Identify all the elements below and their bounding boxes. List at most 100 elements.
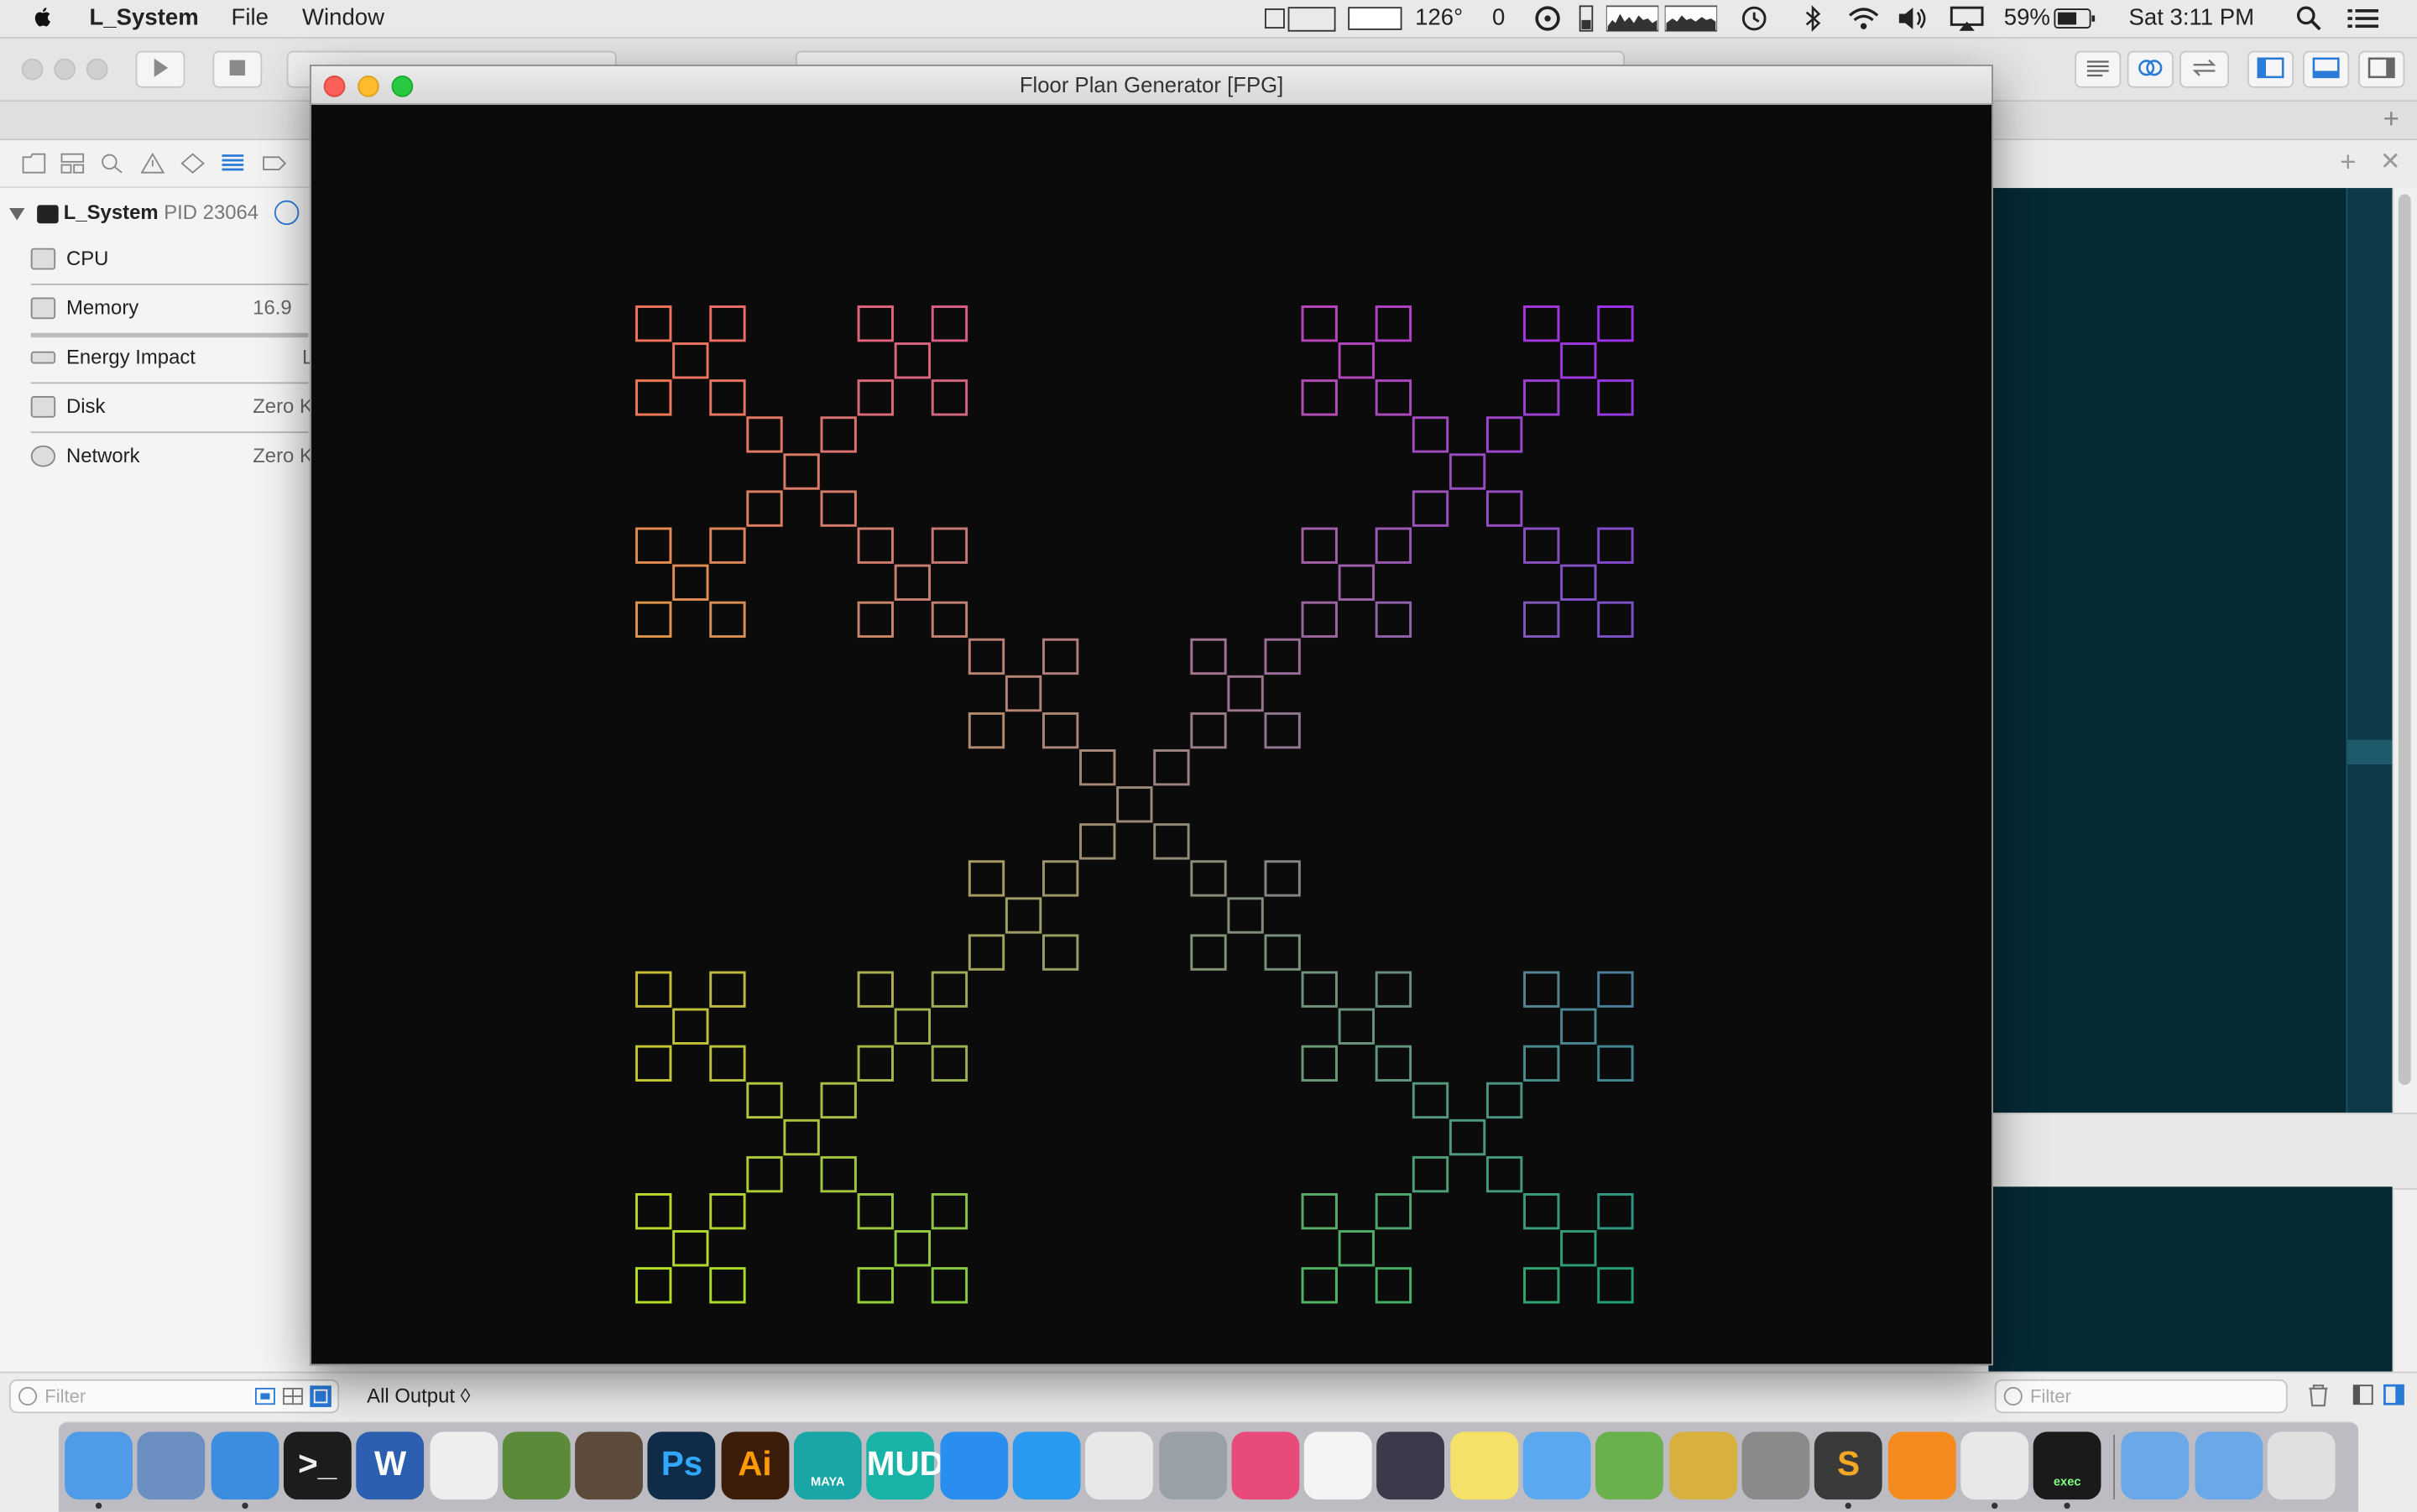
notes-icon[interactable] xyxy=(1449,1431,1518,1500)
system-monitor-icon[interactable] xyxy=(1158,1431,1227,1500)
display-status-icon[interactable] xyxy=(1264,5,1338,39)
standard-editor-button[interactable] xyxy=(2075,50,2122,88)
gauge-cpu[interactable]: CPU xyxy=(28,243,321,289)
counter-readout[interactable]: 0 xyxy=(1492,5,1505,31)
add-tab-icon[interactable]: + xyxy=(2383,103,2399,136)
apple-menu-icon[interactable] xyxy=(31,5,55,29)
fractal-square xyxy=(1597,305,1634,342)
menu-clock[interactable]: Sat 3:11 PM xyxy=(2129,5,2255,31)
system-preferences-icon[interactable] xyxy=(1741,1431,1810,1500)
illustrator-icon[interactable]: Ai xyxy=(721,1431,789,1500)
network-graph-icon[interactable] xyxy=(1663,5,1719,39)
notification-center-icon[interactable] xyxy=(2347,5,2379,39)
filter-options-icon[interactable] xyxy=(254,1387,276,1405)
project-navigator-icon[interactable] xyxy=(22,153,46,175)
mudbox-icon[interactable]: MUD xyxy=(866,1431,944,1500)
fpg-title-bar[interactable]: Floor Plan Generator [FPG] xyxy=(311,65,1992,105)
chrome-icon[interactable] xyxy=(1085,1431,1154,1500)
filter-grid-icon[interactable] xyxy=(282,1387,304,1405)
symbol-navigator-icon[interactable] xyxy=(60,153,85,175)
fan-icon[interactable] xyxy=(1532,5,1563,39)
word-icon[interactable]: W xyxy=(356,1431,425,1500)
issue-navigator-icon[interactable] xyxy=(140,152,165,175)
volume-icon[interactable] xyxy=(1896,5,1929,39)
messages-icon[interactable] xyxy=(1522,1431,1591,1500)
breakpoint-navigator-icon[interactable] xyxy=(262,153,287,175)
gauge-network[interactable]: Network Zero K xyxy=(28,441,321,487)
xcode-close-button[interactable] xyxy=(21,58,44,81)
quill-icon[interactable] xyxy=(1668,1431,1737,1500)
source-editor[interactable] xyxy=(1988,188,2347,1113)
gauge-energy[interactable]: Energy Impact L xyxy=(28,342,321,388)
add-editor-icon[interactable]: + xyxy=(2340,146,2356,179)
spotlight-search-icon[interactable] xyxy=(2295,5,2323,39)
sync-icon[interactable] xyxy=(1960,1431,2028,1500)
maya-icon[interactable]: MAYA xyxy=(793,1431,862,1500)
menu-window[interactable]: Window xyxy=(302,5,384,31)
battery-percent[interactable]: 59% xyxy=(2004,5,2050,31)
fractal-square xyxy=(1597,1045,1634,1082)
maps-icon[interactable] xyxy=(1595,1431,1664,1500)
navigator-filter-field[interactable]: Filter xyxy=(9,1379,340,1414)
toggle-debug-area-button[interactable] xyxy=(2303,50,2350,88)
vlc-icon[interactable] xyxy=(1887,1431,1955,1500)
time-machine-icon[interactable] xyxy=(1739,5,1770,39)
fpg-zoom-button[interactable] xyxy=(391,76,414,97)
battery-small-icon[interactable] xyxy=(1579,5,1594,39)
dashboard-icon[interactable] xyxy=(1376,1431,1445,1500)
gauge-memory[interactable]: Memory 16.9 xyxy=(28,293,321,339)
airplay-icon[interactable] xyxy=(1949,5,1986,39)
menu-app-name[interactable]: L_System xyxy=(90,5,199,31)
split-right-icon[interactable] xyxy=(2383,1384,2405,1413)
console-filter-field[interactable]: Filter xyxy=(1994,1379,2288,1414)
console-output[interactable] xyxy=(1988,1186,2393,1372)
cpu-graph-icon[interactable] xyxy=(1605,5,1660,39)
sublime-text-icon[interactable]: S xyxy=(1814,1431,1882,1500)
split-left-icon[interactable] xyxy=(2352,1384,2374,1413)
run-button[interactable] xyxy=(135,50,185,88)
finder-icon[interactable] xyxy=(65,1431,133,1500)
wifi-icon[interactable] xyxy=(1846,5,1880,39)
bluetooth-icon[interactable] xyxy=(1804,5,1822,39)
xcode-icon[interactable] xyxy=(210,1431,279,1500)
disclosure-triangle-icon[interactable] xyxy=(9,206,25,221)
fpg-minimize-button[interactable] xyxy=(358,76,379,97)
temperature-readout[interactable]: 126° xyxy=(1415,5,1463,31)
test-navigator-icon[interactable] xyxy=(180,153,205,175)
battery-icon[interactable] xyxy=(2054,5,2096,39)
exec-icon[interactable]: exec xyxy=(2033,1431,2101,1500)
minimap[interactable] xyxy=(2346,188,2394,1113)
unity-icon[interactable] xyxy=(429,1431,498,1500)
photos-icon[interactable] xyxy=(1304,1431,1372,1500)
trash-console-icon[interactable] xyxy=(2306,1383,2331,1416)
xcode-minimize-button[interactable] xyxy=(54,58,76,81)
filter-active-icon[interactable] xyxy=(310,1385,331,1407)
toggle-inspector-button[interactable] xyxy=(2358,50,2405,88)
output-selector[interactable]: All Output ◊ xyxy=(367,1384,470,1407)
applications-folder-icon[interactable] xyxy=(2122,1431,2190,1500)
safari-icon[interactable] xyxy=(1012,1431,1081,1500)
toggle-navigator-button[interactable] xyxy=(2247,50,2294,88)
xcode-zoom-button[interactable] xyxy=(86,58,108,81)
itunes-icon[interactable] xyxy=(1231,1431,1299,1500)
preview-icon[interactable] xyxy=(138,1431,206,1500)
process-row[interactable]: L_System PID 23064 xyxy=(9,201,258,223)
version-editor-button[interactable] xyxy=(2179,50,2229,88)
editor-scroll-thumb[interactable] xyxy=(2398,194,2411,1086)
gauge-disk[interactable]: Disk Zero K xyxy=(28,392,321,438)
pen-tool-icon[interactable] xyxy=(575,1431,644,1500)
app-store-icon[interactable] xyxy=(939,1431,1008,1500)
minecraft-icon[interactable] xyxy=(502,1431,571,1500)
debug-navigator-icon[interactable] xyxy=(221,153,245,175)
stop-button[interactable] xyxy=(212,50,263,88)
terminal-icon[interactable]: >_ xyxy=(283,1431,352,1500)
close-editor-icon[interactable]: ✕ xyxy=(2380,146,2401,177)
fpg-close-button[interactable] xyxy=(323,76,346,97)
photoshop-icon[interactable]: Ps xyxy=(648,1431,716,1500)
screen-status-icon[interactable] xyxy=(1347,5,1402,39)
menu-file[interactable]: File xyxy=(232,5,269,31)
assistant-editor-button[interactable] xyxy=(2127,50,2174,88)
downloads-folder-icon[interactable] xyxy=(2194,1431,2263,1500)
trash-icon[interactable] xyxy=(2267,1431,2336,1500)
find-navigator-icon[interactable] xyxy=(100,153,124,175)
